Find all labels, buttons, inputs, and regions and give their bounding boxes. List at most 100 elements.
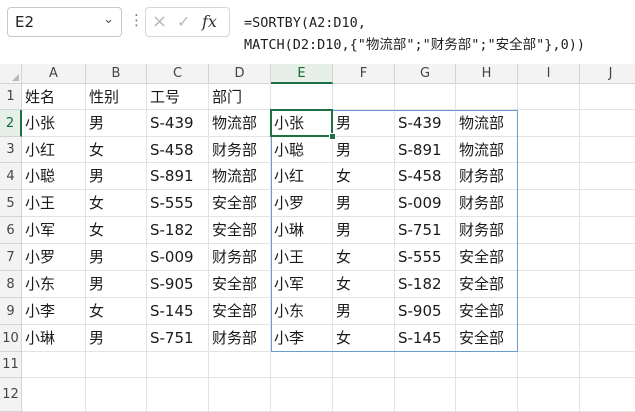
cancel-icon[interactable]: × — [152, 11, 167, 32]
cell[interactable] — [147, 352, 209, 378]
cell[interactable] — [580, 190, 635, 217]
cell[interactable] — [395, 84, 456, 110]
cell[interactable] — [22, 352, 86, 378]
row-header-7[interactable]: 7 — [0, 244, 22, 271]
source-cell[interactable]: 小东 — [22, 271, 86, 298]
cell[interactable] — [580, 137, 635, 163]
source-cell[interactable]: S-182 — [147, 217, 209, 244]
cell[interactable] — [456, 378, 518, 412]
source-cell[interactable]: S-555 — [147, 190, 209, 217]
source-cell[interactable]: S-009 — [147, 244, 209, 271]
insert-function-icon[interactable]: fx — [202, 12, 217, 31]
source-cell[interactable]: 男 — [86, 110, 147, 137]
spill-cell[interactable]: 男 — [333, 137, 395, 163]
spill-cell[interactable]: S-182 — [395, 271, 456, 298]
source-cell[interactable]: S-891 — [147, 163, 209, 190]
cell[interactable] — [580, 271, 635, 298]
column-header-j[interactable]: J — [580, 64, 635, 84]
source-cell[interactable]: 小聪 — [22, 163, 86, 190]
header-cell[interactable]: 姓名 — [22, 84, 86, 110]
cell[interactable] — [456, 84, 518, 110]
column-header-b[interactable]: B — [86, 64, 147, 84]
cell[interactable] — [147, 378, 209, 412]
source-cell[interactable]: 安全部 — [209, 271, 271, 298]
cell[interactable] — [580, 110, 635, 137]
spill-cell[interactable]: 财务部 — [456, 190, 518, 217]
cell[interactable] — [580, 84, 635, 110]
enter-icon[interactable]: ✓ — [177, 12, 190, 31]
spill-cell[interactable]: S-905 — [395, 298, 456, 325]
source-cell[interactable]: S-145 — [147, 298, 209, 325]
spill-cell[interactable]: S-555 — [395, 244, 456, 271]
source-cell[interactable]: 安全部 — [209, 298, 271, 325]
cell[interactable] — [518, 84, 580, 110]
spill-cell[interactable]: 小李 — [271, 325, 333, 352]
cell[interactable] — [395, 378, 456, 412]
spill-cell[interactable]: 小王 — [271, 244, 333, 271]
source-cell[interactable]: 物流部 — [209, 163, 271, 190]
column-header-c[interactable]: C — [147, 64, 209, 84]
spreadsheet-grid[interactable]: A B C D E F G H I J 1 2 3 4 5 6 7 8 9 10 11 12 姓名 性别 工号 部门 小张男 S-43… — [0, 64, 635, 412]
header-cell[interactable]: 部门 — [209, 84, 271, 110]
cell[interactable] — [209, 352, 271, 378]
more-options-icon[interactable]: ⋮ — [129, 11, 144, 29]
source-cell[interactable]: S-905 — [147, 271, 209, 298]
column-header-i[interactable]: I — [518, 64, 580, 84]
chevron-down-icon[interactable]: ⌄ — [103, 12, 114, 27]
cell[interactable] — [518, 217, 580, 244]
spill-cell[interactable]: 女 — [333, 271, 395, 298]
cell[interactable] — [580, 244, 635, 271]
spill-cell[interactable]: 小琳 — [271, 217, 333, 244]
source-cell[interactable]: 小张 — [22, 110, 86, 137]
spill-cell[interactable]: S-751 — [395, 217, 456, 244]
spill-cell[interactable]: 男 — [333, 217, 395, 244]
column-header-d[interactable]: D — [209, 64, 271, 84]
source-cell[interactable]: S-751 — [147, 325, 209, 352]
spill-cell[interactable]: 女 — [333, 244, 395, 271]
row-header-1[interactable]: 1 — [0, 84, 22, 110]
spill-cell[interactable]: 安全部 — [456, 271, 518, 298]
cell[interactable] — [86, 352, 147, 378]
spill-cell[interactable]: S-009 — [395, 190, 456, 217]
spill-cell[interactable]: 女 — [333, 163, 395, 190]
cell[interactable] — [518, 137, 580, 163]
spill-cell[interactable]: 小东 — [271, 298, 333, 325]
cell[interactable] — [580, 352, 635, 378]
column-header-h[interactable]: H — [456, 64, 518, 84]
cell[interactable] — [518, 298, 580, 325]
name-box[interactable]: E2 ⌄ — [7, 7, 122, 37]
source-cell[interactable]: 小王 — [22, 190, 86, 217]
source-cell[interactable]: 安全部 — [209, 217, 271, 244]
source-cell[interactable]: 安全部 — [209, 190, 271, 217]
formula-input[interactable]: =SORTBY(A2:D10, MATCH(D2:D10,{"物流部";"财务部… — [244, 12, 634, 56]
spill-cell[interactable]: 女 — [333, 325, 395, 352]
spill-cell[interactable]: S-439 — [395, 110, 456, 137]
cell[interactable] — [518, 352, 580, 378]
source-cell[interactable]: 女 — [86, 137, 147, 163]
header-cell[interactable]: 性别 — [86, 84, 147, 110]
source-cell[interactable]: 财务部 — [209, 244, 271, 271]
spill-cell[interactable]: 物流部 — [456, 137, 518, 163]
row-header-3[interactable]: 3 — [0, 137, 22, 163]
cell[interactable] — [333, 378, 395, 412]
source-cell[interactable]: 小红 — [22, 137, 86, 163]
source-cell[interactable]: 男 — [86, 325, 147, 352]
spill-cell[interactable]: 男 — [333, 110, 395, 137]
spill-cell[interactable]: 男 — [333, 190, 395, 217]
cell[interactable] — [518, 190, 580, 217]
source-cell[interactable]: 女 — [86, 298, 147, 325]
cell[interactable] — [518, 378, 580, 412]
source-cell[interactable]: S-458 — [147, 137, 209, 163]
spill-cell[interactable]: S-891 — [395, 137, 456, 163]
spill-cell[interactable]: 小聪 — [271, 137, 333, 163]
source-cell[interactable]: 女 — [86, 190, 147, 217]
cell[interactable] — [271, 84, 333, 110]
spill-cell[interactable]: 小红 — [271, 163, 333, 190]
source-cell[interactable]: 物流部 — [209, 110, 271, 137]
source-cell[interactable]: 小李 — [22, 298, 86, 325]
spill-cell[interactable]: 小张 — [271, 110, 333, 137]
spill-cell[interactable]: 小罗 — [271, 190, 333, 217]
header-cell[interactable]: 工号 — [147, 84, 209, 110]
cell[interactable] — [580, 378, 635, 412]
spill-cell[interactable]: 安全部 — [456, 298, 518, 325]
